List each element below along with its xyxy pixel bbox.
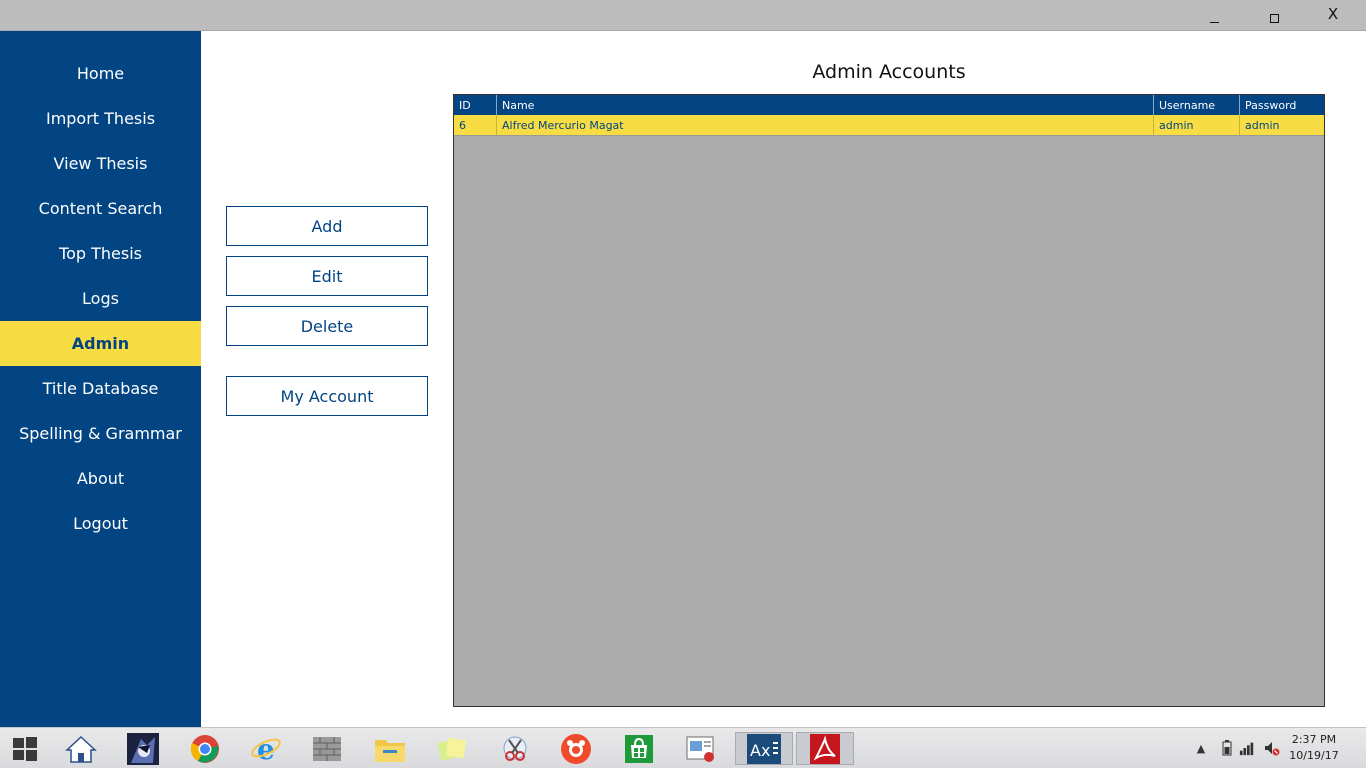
clock-time: 2:37 PM xyxy=(1291,733,1337,746)
chrome-icon[interactable] xyxy=(185,732,225,765)
file-explorer-icon[interactable] xyxy=(370,732,410,765)
column-header-id[interactable]: ID xyxy=(454,95,497,115)
column-header-password[interactable]: Password xyxy=(1240,95,1324,115)
cell-username[interactable]: admin xyxy=(1154,115,1240,135)
chevron-up-icon[interactable]: ▲ xyxy=(1193,740,1209,756)
cell-password[interactable]: admin xyxy=(1240,115,1324,135)
minimize-icon[interactable] xyxy=(1194,0,1234,31)
page-title: Admin Accounts xyxy=(812,61,966,83)
sidebar-item-about[interactable]: About xyxy=(0,456,201,501)
sidebar-item-admin[interactable]: Admin xyxy=(0,321,201,366)
sidebar-item-logout[interactable]: Logout xyxy=(0,501,201,546)
clock-date: 10/19/17 xyxy=(1289,749,1339,762)
sidebar-item-logs[interactable]: Logs xyxy=(0,276,201,321)
sticky-notes-icon[interactable] xyxy=(432,732,472,765)
column-header-username[interactable]: Username xyxy=(1154,95,1240,115)
sidebar-item-home[interactable]: Home xyxy=(0,51,201,96)
sidebar-item-import-thesis[interactable]: Import Thesis xyxy=(0,96,201,141)
battery-icon[interactable] xyxy=(1219,740,1235,756)
snipping-tool-icon[interactable] xyxy=(495,732,535,765)
admin-accounts-table[interactable]: ID Name Username Password 6 Alfred Mercu… xyxy=(453,94,1325,707)
network-icon[interactable] xyxy=(1239,740,1255,756)
sidebar: Home Import Thesis View Thesis Content S… xyxy=(0,31,201,727)
camera-app-icon[interactable] xyxy=(556,732,596,765)
my-account-button[interactable]: My Account xyxy=(226,376,428,416)
taskbar: e Ax ▲ 2:37 PM 10/19/17 xyxy=(0,727,1366,768)
svg-text:e: e xyxy=(257,734,275,764)
home-icon[interactable] xyxy=(61,732,101,765)
firewall-icon[interactable] xyxy=(307,732,347,765)
add-button[interactable]: Add xyxy=(226,206,428,246)
svg-text:Ax: Ax xyxy=(750,741,770,760)
volume-muted-icon[interactable] xyxy=(1264,740,1280,756)
table-row[interactable]: 6 Alfred Mercurio Magat admin admin xyxy=(454,115,1324,136)
sidebar-item-view-thesis[interactable]: View Thesis xyxy=(0,141,201,186)
anime-app-icon[interactable] xyxy=(123,732,163,765)
delete-button[interactable]: Delete xyxy=(226,306,428,346)
column-header-name[interactable]: Name xyxy=(497,95,1154,115)
window-title-bar: X xyxy=(0,0,1366,31)
axure-icon[interactable]: Ax xyxy=(735,732,793,765)
system-clock[interactable]: 2:37 PM 10/19/17 xyxy=(1284,732,1344,764)
acrobat-icon[interactable] xyxy=(796,732,854,765)
cell-id[interactable]: 6 xyxy=(454,115,497,135)
main-panel: Add Edit Delete My Account Admin Account… xyxy=(201,31,1366,727)
presentation-icon[interactable] xyxy=(681,732,721,765)
cell-name[interactable]: Alfred Mercurio Magat xyxy=(497,115,1154,135)
maximize-icon[interactable] xyxy=(1254,0,1294,31)
sidebar-item-title-database[interactable]: Title Database xyxy=(0,366,201,411)
store-icon[interactable] xyxy=(619,732,659,765)
close-button[interactable]: X xyxy=(1313,0,1353,29)
edit-button[interactable]: Edit xyxy=(226,256,428,296)
windows-start-icon[interactable] xyxy=(5,732,45,765)
table-header: ID Name Username Password xyxy=(454,95,1324,115)
sidebar-item-content-search[interactable]: Content Search xyxy=(0,186,201,231)
sidebar-item-spelling-grammar[interactable]: Spelling & Grammar xyxy=(0,411,201,456)
sidebar-item-top-thesis[interactable]: Top Thesis xyxy=(0,231,201,276)
internet-explorer-icon[interactable]: e xyxy=(246,732,286,765)
